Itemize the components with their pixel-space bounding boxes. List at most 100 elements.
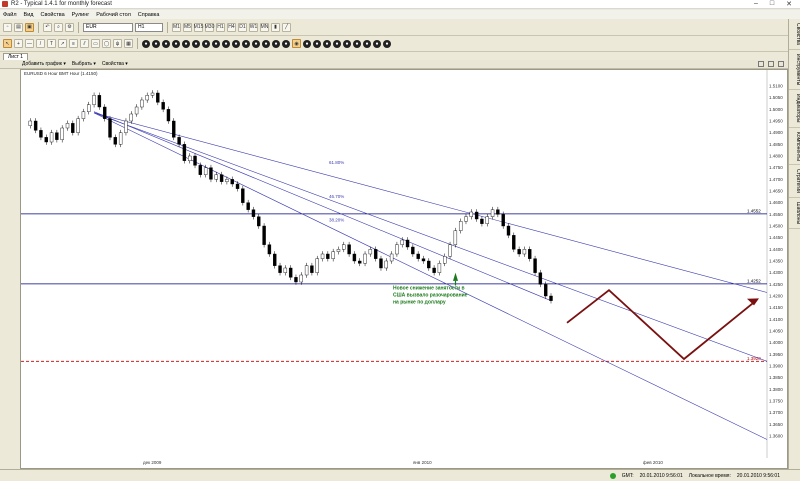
add-chart-button[interactable]: Добавить график ▾ bbox=[22, 61, 66, 67]
tool-11-icon[interactable]: ● bbox=[242, 39, 250, 48]
cursor-icon[interactable]: ↖ bbox=[3, 39, 12, 48]
minimize-button[interactable]: – bbox=[754, 0, 758, 8]
candle-body bbox=[219, 174, 224, 182]
price-tick-label: 1.3800 bbox=[769, 387, 783, 392]
menu-desktop[interactable]: Рабочий стол bbox=[96, 12, 131, 18]
panel-tab-properties[interactable]: Свойства bbox=[789, 19, 800, 50]
menu-properties[interactable]: Свойства bbox=[40, 12, 64, 18]
tool-21-icon[interactable]: ● bbox=[343, 39, 351, 48]
ellipse-icon[interactable]: ◯ bbox=[102, 39, 111, 48]
panel-tab-strategies[interactable]: Стратегии bbox=[789, 165, 800, 199]
price-tick-label: 1.3950 bbox=[769, 352, 783, 357]
candles-icon[interactable]: ▮ bbox=[271, 22, 280, 32]
candle-body bbox=[299, 274, 303, 283]
tf-m30-button[interactable]: M30 bbox=[205, 22, 214, 32]
price-tick-label: 1.4900 bbox=[769, 130, 783, 135]
tool-9-icon[interactable]: ● bbox=[222, 39, 230, 48]
price-tick-label: 1.4600 bbox=[769, 200, 783, 205]
tool-6-icon[interactable]: ● bbox=[192, 39, 200, 48]
arrow-icon[interactable]: ↗ bbox=[58, 39, 67, 48]
select-button[interactable]: Выбрать ▾ bbox=[72, 61, 96, 67]
tf-w1-button[interactable]: W1 bbox=[249, 22, 258, 32]
text-icon[interactable]: T bbox=[47, 39, 56, 48]
tool-8-icon[interactable]: ● bbox=[212, 39, 220, 48]
tf-d1-button[interactable]: D1 bbox=[238, 22, 247, 32]
tool-25-icon[interactable]: ● bbox=[383, 39, 391, 48]
tool-3-icon[interactable]: ● bbox=[162, 39, 170, 48]
panel-tab-templates[interactable]: Шаблоны bbox=[789, 198, 800, 230]
rect-icon[interactable]: ▭ bbox=[91, 39, 100, 48]
chart-area[interactable]: 1.5100 1.5050 1.5000 1.4950 1.4900 1.4850 1.48… bbox=[20, 69, 788, 469]
hline-icon[interactable]: — bbox=[25, 39, 34, 48]
tool-19-icon[interactable]: ● bbox=[323, 39, 331, 48]
undo-icon[interactable]: ↶ bbox=[43, 22, 52, 32]
tool-16-icon[interactable]: ◉ bbox=[292, 39, 301, 48]
separator bbox=[38, 21, 39, 33]
tool-2-icon[interactable]: ● bbox=[152, 39, 160, 48]
tf-mn-button[interactable]: MN bbox=[260, 22, 269, 32]
new-icon[interactable]: ▫ bbox=[3, 22, 12, 32]
price-tick-label: 1.3650 bbox=[769, 422, 783, 427]
tool-24-icon[interactable]: ● bbox=[373, 39, 381, 48]
tool-4-icon[interactable]: ● bbox=[172, 39, 180, 48]
trendline-icon[interactable]: / bbox=[36, 39, 45, 48]
menu-file[interactable]: Файл bbox=[3, 12, 17, 18]
price-tick-label: 1.4700 bbox=[769, 177, 783, 182]
tool-18-icon[interactable]: ● bbox=[313, 39, 321, 48]
candle-body bbox=[87, 104, 91, 112]
maximize-button[interactable]: □ bbox=[770, 0, 774, 8]
tool-10-icon[interactable]: ● bbox=[232, 39, 240, 48]
tf-h1-button[interactable]: H1 bbox=[216, 22, 225, 32]
save-icon[interactable]: ▣ bbox=[25, 22, 34, 32]
tool-20-icon[interactable]: ● bbox=[333, 39, 341, 48]
panel-tab-indicators[interactable]: Индикаторы bbox=[789, 90, 800, 128]
tf-m5-button[interactable]: M5 bbox=[183, 22, 192, 32]
tool-12-icon[interactable]: ● bbox=[252, 39, 260, 48]
restore-icon[interactable] bbox=[758, 61, 764, 67]
menu-view[interactable]: Вид bbox=[24, 12, 34, 18]
candle-body bbox=[379, 258, 383, 269]
candle-body bbox=[44, 137, 48, 143]
menu-ruling[interactable]: Рулинг bbox=[72, 12, 90, 18]
price-tick-label: 1.4800 bbox=[769, 154, 783, 159]
timeframe-select[interactable]: H1 bbox=[135, 22, 163, 32]
symbol-select[interactable]: EUR bbox=[83, 22, 133, 32]
tool-22-icon[interactable]: ● bbox=[353, 39, 361, 48]
channel-icon[interactable]: ⫽ bbox=[80, 39, 89, 48]
fibo-icon[interactable]: ≡ bbox=[69, 39, 78, 48]
menu-help[interactable]: Справка bbox=[138, 12, 160, 18]
tool-13-icon[interactable]: ● bbox=[262, 39, 270, 48]
tool-17-icon[interactable]: ● bbox=[303, 39, 311, 48]
properties-button[interactable]: Свойства ▾ bbox=[102, 61, 128, 67]
grid-icon[interactable]: ▦ bbox=[124, 39, 133, 48]
price-chart[interactable]: 1.5100 1.5050 1.5000 1.4950 1.4900 1.4850 1.48… bbox=[21, 70, 787, 468]
tool-1-icon[interactable]: ● bbox=[142, 39, 150, 48]
tool-14-icon[interactable]: ● bbox=[272, 39, 280, 48]
close-button[interactable]: ✕ bbox=[786, 0, 792, 8]
tool-15-icon[interactable]: ● bbox=[282, 39, 290, 48]
candle-body bbox=[490, 209, 495, 217]
candle-body bbox=[458, 221, 463, 231]
pitchfork-icon[interactable]: ψ bbox=[113, 39, 122, 48]
price-tick-label: 1.4750 bbox=[769, 165, 783, 170]
tf-h4-button[interactable]: H4 bbox=[227, 22, 236, 32]
zoom-icon[interactable]: ⌕ bbox=[54, 22, 63, 32]
settings-icon[interactable]: ⚙ bbox=[65, 22, 74, 32]
tf-m15-button[interactable]: M15 bbox=[194, 22, 203, 32]
channel-line bbox=[93, 111, 552, 301]
line-chart-icon[interactable]: ╱ bbox=[282, 22, 291, 32]
tool-5-icon[interactable]: ● bbox=[182, 39, 190, 48]
panel-tab-components[interactable]: Компоненты bbox=[789, 128, 800, 166]
candle-body bbox=[172, 120, 176, 138]
tf-m1-button[interactable]: M1 bbox=[172, 22, 181, 32]
close-chart-icon[interactable] bbox=[778, 61, 784, 67]
price-tick-label: 1.4000 bbox=[769, 340, 783, 345]
candle-body bbox=[384, 260, 388, 269]
open-icon[interactable]: ▤ bbox=[14, 22, 23, 32]
maximize-icon[interactable] bbox=[768, 61, 774, 67]
crosshair-icon[interactable]: + bbox=[14, 39, 23, 48]
tool-23-icon[interactable]: ● bbox=[363, 39, 371, 48]
tool-7-icon[interactable]: ● bbox=[202, 39, 210, 48]
tab-sheet-1[interactable]: Лист 1 bbox=[3, 53, 29, 60]
panel-tab-tools[interactable]: Инструменты bbox=[789, 50, 800, 91]
